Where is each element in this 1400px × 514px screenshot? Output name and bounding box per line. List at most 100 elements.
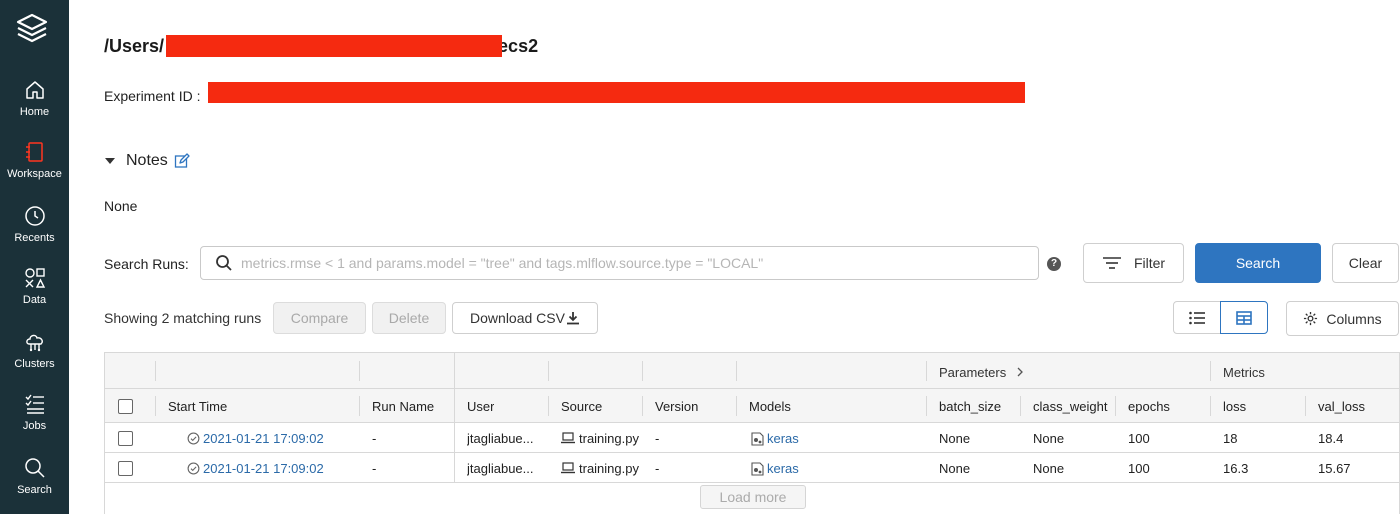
- redaction-title: [166, 35, 502, 57]
- group-header-row: [105, 353, 1399, 389]
- laptop-icon: [561, 462, 575, 474]
- version-cell: -: [655, 431, 660, 446]
- sidebar-item-jobs[interactable]: Jobs: [0, 392, 69, 432]
- load-more-button[interactable]: Load more: [700, 485, 806, 509]
- row-checkbox[interactable]: [118, 461, 133, 476]
- search-runs-box[interactable]: [200, 246, 1039, 280]
- sidebar-item-label: Search: [17, 484, 52, 496]
- search-button[interactable]: Search: [1195, 243, 1321, 283]
- download-csv-button[interactable]: Download CSV: [452, 302, 598, 334]
- val-loss-cell: 18.4: [1318, 431, 1344, 446]
- search-icon: [24, 458, 45, 478]
- model-icon: [751, 432, 764, 446]
- source-cell[interactable]: training.py: [579, 461, 639, 476]
- search-input[interactable]: [241, 247, 1031, 279]
- metrics-group-header: Metrics: [1223, 365, 1265, 380]
- sidebar-item-data[interactable]: Data: [0, 266, 69, 306]
- row-checkbox[interactable]: [118, 431, 133, 446]
- header-val-loss[interactable]: val_loss: [1318, 399, 1365, 414]
- header-batch-size[interactable]: batch_size: [939, 399, 1001, 414]
- compare-button[interactable]: Compare: [273, 302, 366, 334]
- header-start-time[interactable]: Start Time: [168, 399, 227, 414]
- header-run-name[interactable]: Run Name: [372, 399, 434, 414]
- list-view-toggle[interactable]: [1173, 301, 1221, 334]
- sidebar-item-search[interactable]: Search: [0, 456, 69, 496]
- sidebar-item-label: Workspace: [7, 168, 62, 180]
- home-icon: [25, 81, 44, 99]
- source-cell[interactable]: training.py: [579, 431, 639, 446]
- sidebar-item-workspace[interactable]: Workspace: [0, 140, 69, 180]
- header-epochs[interactable]: epochs: [1128, 399, 1170, 414]
- caret-down-icon[interactable]: [105, 158, 115, 164]
- notes-section[interactable]: Notes: [105, 152, 190, 170]
- start-time-link[interactable]: 2021-01-21 17:09:02: [203, 431, 324, 446]
- sidebar-item-recents[interactable]: Recents: [0, 204, 69, 244]
- parameters-label: Parameters: [939, 365, 1007, 380]
- search-button-label: Search: [1235, 255, 1281, 271]
- class-weight-cell: None: [1033, 461, 1065, 476]
- cloud-icon: [25, 334, 43, 352]
- sidebar-item-label: Home: [19, 106, 50, 118]
- runs-table: Parameters Metrics Start Time Run Name U…: [104, 352, 1400, 514]
- select-all-checkbox[interactable]: [118, 399, 133, 414]
- chevron-right-icon[interactable]: [1016, 367, 1024, 377]
- model-link[interactable]: keras: [767, 431, 799, 446]
- help-icon[interactable]: ?: [1047, 257, 1061, 271]
- sidebar-item-clusters[interactable]: Clusters: [0, 330, 69, 370]
- parameters-group-header[interactable]: Parameters: [939, 365, 1024, 380]
- grid-view-toggle[interactable]: [1220, 301, 1268, 334]
- epochs-cell: 100: [1128, 461, 1150, 476]
- compare-label: Compare: [290, 310, 349, 326]
- class-weight-cell: None: [1033, 431, 1065, 446]
- run-name-cell: -: [372, 461, 377, 476]
- model-link[interactable]: keras: [767, 461, 799, 476]
- workspace-icon: [25, 142, 43, 162]
- header-loss[interactable]: loss: [1223, 399, 1246, 414]
- title-suffix: ecs2: [498, 36, 539, 56]
- clear-button[interactable]: Clear: [1332, 243, 1399, 283]
- sidebar-item-label: Recents: [14, 232, 55, 244]
- table-row: 2021-01-21 17:09:02 - jtagliabue... trai…: [105, 423, 1399, 453]
- header-class-weight[interactable]: class_weight: [1033, 399, 1113, 414]
- status-success-icon: [187, 432, 200, 445]
- status-success-icon: [187, 462, 200, 475]
- laptop-icon: [561, 432, 575, 444]
- notes-label: Notes: [126, 152, 168, 169]
- search-runs-label: Search Runs:: [104, 256, 189, 272]
- filter-label: Filter: [1133, 255, 1166, 271]
- notes-content: None: [104, 198, 138, 214]
- delete-label: Delete: [388, 310, 430, 326]
- loss-cell: 16.3: [1223, 461, 1249, 476]
- main-content: /Users/ecs2 Experiment ID : Notes None S…: [69, 0, 1400, 514]
- header-models[interactable]: Models: [749, 399, 791, 414]
- experiment-id-label: Experiment ID :: [104, 88, 201, 104]
- header-user[interactable]: User: [467, 399, 494, 414]
- data-icon: [24, 268, 45, 288]
- filter-button[interactable]: Filter: [1083, 243, 1184, 283]
- title-prefix: /Users/: [104, 36, 165, 56]
- sidebar-item-label: Data: [22, 294, 47, 306]
- delete-button[interactable]: Delete: [372, 302, 446, 334]
- version-cell: -: [655, 461, 660, 476]
- sidebar: Home Workspace Recents Data Clusters Job…: [0, 0, 69, 514]
- databricks-logo-icon[interactable]: [14, 10, 50, 46]
- sidebar-item-home[interactable]: Home: [0, 78, 69, 118]
- epochs-cell: 100: [1128, 431, 1150, 446]
- batch-size-cell: None: [939, 431, 971, 446]
- gear-icon: [1304, 311, 1318, 326]
- sidebar-item-label: Jobs: [22, 420, 47, 432]
- redaction-experiment-id: [208, 82, 1025, 103]
- header-source[interactable]: Source: [561, 399, 602, 414]
- edit-icon[interactable]: [174, 153, 190, 169]
- download-icon: [566, 312, 579, 325]
- columns-label: Columns: [1326, 310, 1382, 327]
- columns-button[interactable]: Columns: [1286, 301, 1399, 336]
- user-cell: jtagliabue...: [467, 431, 534, 446]
- search-icon: [216, 255, 232, 271]
- start-time-link[interactable]: 2021-01-21 17:09:02: [203, 461, 324, 476]
- model-icon: [751, 462, 764, 476]
- sidebar-item-label: Clusters: [14, 358, 55, 370]
- matching-runs-count: Showing 2 matching runs: [104, 310, 262, 326]
- loss-cell: 18: [1223, 431, 1238, 446]
- header-version[interactable]: Version: [655, 399, 698, 414]
